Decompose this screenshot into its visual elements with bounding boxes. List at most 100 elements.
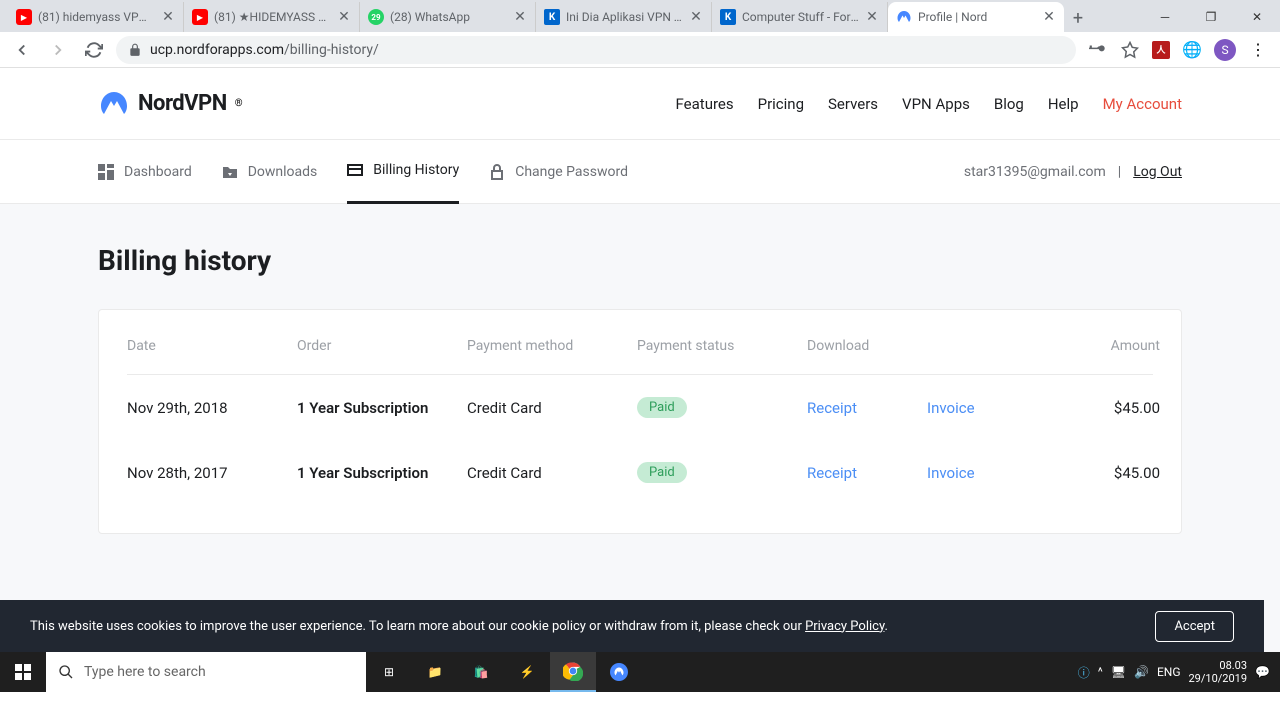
back-button[interactable]: [8, 36, 36, 64]
tray-chevron-icon[interactable]: ^: [1098, 665, 1103, 679]
subnav-dashboard[interactable]: Dashboard: [98, 140, 192, 204]
network-tray-icon[interactable]: 🖥: [1111, 665, 1126, 679]
tab-title: (28) WhatsApp: [390, 10, 507, 24]
key-icon[interactable]: [1088, 40, 1108, 60]
tab-title: Ini Dia Aplikasi VPN Ter: [566, 10, 683, 24]
nav-link-my-account[interactable]: My Account: [1103, 95, 1182, 113]
url-host: ucp.nordforapps.com: [150, 42, 284, 58]
cell-date: Nov 28th, 2017: [127, 464, 297, 482]
system-tray: ⓘ ^ 🖥 🔊 ENG 08.03 29/10/2019 💬: [1068, 652, 1280, 692]
close-tab-icon[interactable]: ✕: [689, 10, 703, 24]
cell-amount: $45.00: [1047, 464, 1160, 482]
account-subnav: Dashboard Downloads Billing History Change …: [0, 140, 1280, 204]
nav-link-vpn-apps[interactable]: VPN Apps: [902, 95, 970, 113]
brand-logo[interactable]: NordVPN®: [98, 88, 243, 120]
nordvpn-taskbar-icon[interactable]: [596, 652, 642, 692]
idm-extension-icon[interactable]: 🌐: [1182, 40, 1202, 60]
main-nav: Features Pricing Servers VPN Apps Blog Help My…: [676, 95, 1182, 113]
nav-link-blog[interactable]: Blog: [994, 95, 1024, 113]
close-tab-icon[interactable]: ✕: [865, 10, 879, 24]
nav-link-pricing[interactable]: Pricing: [758, 95, 804, 113]
action-center-icon[interactable]: 💬: [1255, 665, 1270, 679]
browser-tab[interactable]: ▶(81) ★HIDEMYASS PRO✕: [184, 2, 360, 32]
page-title: Billing history: [98, 244, 1182, 277]
volume-tray-icon[interactable]: 🔊: [1134, 665, 1149, 679]
browser-tab-strip: ▶(81) hidemyass VPN Cra✕▶(81) ★HIDEMYASS…: [0, 0, 1280, 32]
billing-card: DateOrderPayment methodPayment statusDow…: [98, 309, 1182, 534]
url-field[interactable]: ucp.nordforapps.com/billing-history/: [116, 36, 1076, 64]
close-tab-icon[interactable]: ✕: [1042, 10, 1056, 24]
close-tab-icon[interactable]: ✕: [161, 10, 175, 24]
reload-button[interactable]: [80, 36, 108, 64]
new-tab-button[interactable]: +: [1064, 4, 1092, 32]
receipt-link[interactable]: Receipt: [807, 464, 927, 482]
logout-link[interactable]: Log Out: [1133, 164, 1182, 180]
app-icon[interactable]: ⚡: [504, 652, 550, 692]
column-header: Payment status: [637, 338, 807, 354]
file-explorer-icon[interactable]: 📁: [412, 652, 458, 692]
column-header: Date: [127, 338, 297, 354]
nav-link-features[interactable]: Features: [676, 95, 734, 113]
maximize-button[interactable]: ❐: [1188, 2, 1234, 32]
bookmark-star-icon[interactable]: [1120, 40, 1140, 60]
browser-tab[interactable]: KComputer Stuff - Forum✕: [712, 2, 888, 32]
language-indicator[interactable]: ENG: [1157, 665, 1181, 679]
profile-avatar[interactable]: S: [1214, 39, 1236, 61]
brand-name: NordVPN: [138, 91, 227, 116]
close-tab-icon[interactable]: ✕: [337, 10, 351, 24]
privacy-policy-link[interactable]: Privacy Policy: [805, 619, 884, 634]
close-tab-icon[interactable]: ✕: [513, 10, 527, 24]
lock-icon: [128, 43, 142, 57]
tab-title: (81) ★HIDEMYASS PRO: [214, 10, 331, 24]
subnav-change-password[interactable]: Change Password: [489, 140, 628, 204]
cell-date: Nov 29th, 2018: [127, 399, 297, 417]
microsoft-store-icon[interactable]: 🛍️: [458, 652, 504, 692]
forward-button[interactable]: [44, 36, 72, 64]
column-header: Amount: [1047, 338, 1160, 354]
windows-taskbar: Type here to search ⊞ 📁 🛍️ ⚡ ⓘ ^ 🖥 🔊 ENG…: [0, 652, 1280, 692]
cell-status: Paid: [637, 397, 807, 418]
column-header: Order: [297, 338, 467, 354]
browser-tab[interactable]: 29(28) WhatsApp✕: [360, 2, 536, 32]
url-path: /billing-history/: [284, 42, 379, 58]
tab-title: (81) hidemyass VPN Cra: [38, 10, 155, 24]
window-controls: ─ ❐ ✕: [1142, 2, 1280, 32]
cell-method: Credit Card: [467, 464, 637, 482]
cell-order: 1 Year Subscription: [297, 399, 467, 417]
taskbar-search[interactable]: Type here to search: [46, 652, 366, 692]
close-window-button[interactable]: ✕: [1234, 2, 1280, 32]
minimize-button[interactable]: ─: [1142, 2, 1188, 32]
cell-method: Credit Card: [467, 399, 637, 417]
receipt-link[interactable]: Receipt: [807, 399, 927, 417]
invoice-link[interactable]: Invoice: [927, 464, 1047, 482]
cell-order: 1 Year Subscription: [297, 464, 467, 482]
subnav-billing-history[interactable]: Billing History: [347, 140, 459, 204]
cell-amount: $45.00: [1047, 399, 1160, 417]
tab-title: Profile | Nord: [918, 10, 1036, 24]
pdf-extension-icon[interactable]: 人: [1152, 41, 1170, 59]
cookie-text: This website uses cookies to improve the…: [30, 619, 805, 634]
search-placeholder: Type here to search: [84, 664, 206, 680]
user-email: star31395@gmail.com: [964, 164, 1106, 180]
task-view-button[interactable]: ⊞: [366, 652, 412, 692]
table-row: Nov 29th, 20181 Year SubscriptionCredit …: [127, 375, 1153, 440]
subnav-downloads[interactable]: Downloads: [222, 140, 318, 204]
accept-cookies-button[interactable]: Accept: [1155, 611, 1234, 642]
taskbar-clock[interactable]: 08.03 29/10/2019: [1189, 659, 1248, 685]
nav-link-help[interactable]: Help: [1048, 95, 1079, 113]
nav-link-servers[interactable]: Servers: [828, 95, 878, 113]
help-tray-icon[interactable]: ⓘ: [1078, 664, 1090, 681]
site-header: NordVPN® Features Pricing Servers VPN Apps B…: [0, 68, 1280, 140]
browser-tab[interactable]: Profile | Nord ✕: [888, 2, 1064, 32]
tab-title: Computer Stuff - Forum: [742, 10, 859, 24]
chrome-taskbar-icon[interactable]: [550, 652, 596, 692]
chrome-menu-icon[interactable]: ⋮: [1248, 40, 1268, 60]
cookie-banner: This website uses cookies to improve the…: [0, 600, 1264, 652]
start-button[interactable]: [0, 652, 46, 692]
status-badge: Paid: [637, 397, 687, 418]
invoice-link[interactable]: Invoice: [927, 399, 1047, 417]
browser-tab[interactable]: KIni Dia Aplikasi VPN Ter✕: [536, 2, 712, 32]
cell-status: Paid: [637, 462, 807, 483]
browser-tab[interactable]: ▶(81) hidemyass VPN Cra✕: [8, 2, 184, 32]
page-viewport: NordVPN® Features Pricing Servers VPN Apps B…: [0, 68, 1280, 652]
